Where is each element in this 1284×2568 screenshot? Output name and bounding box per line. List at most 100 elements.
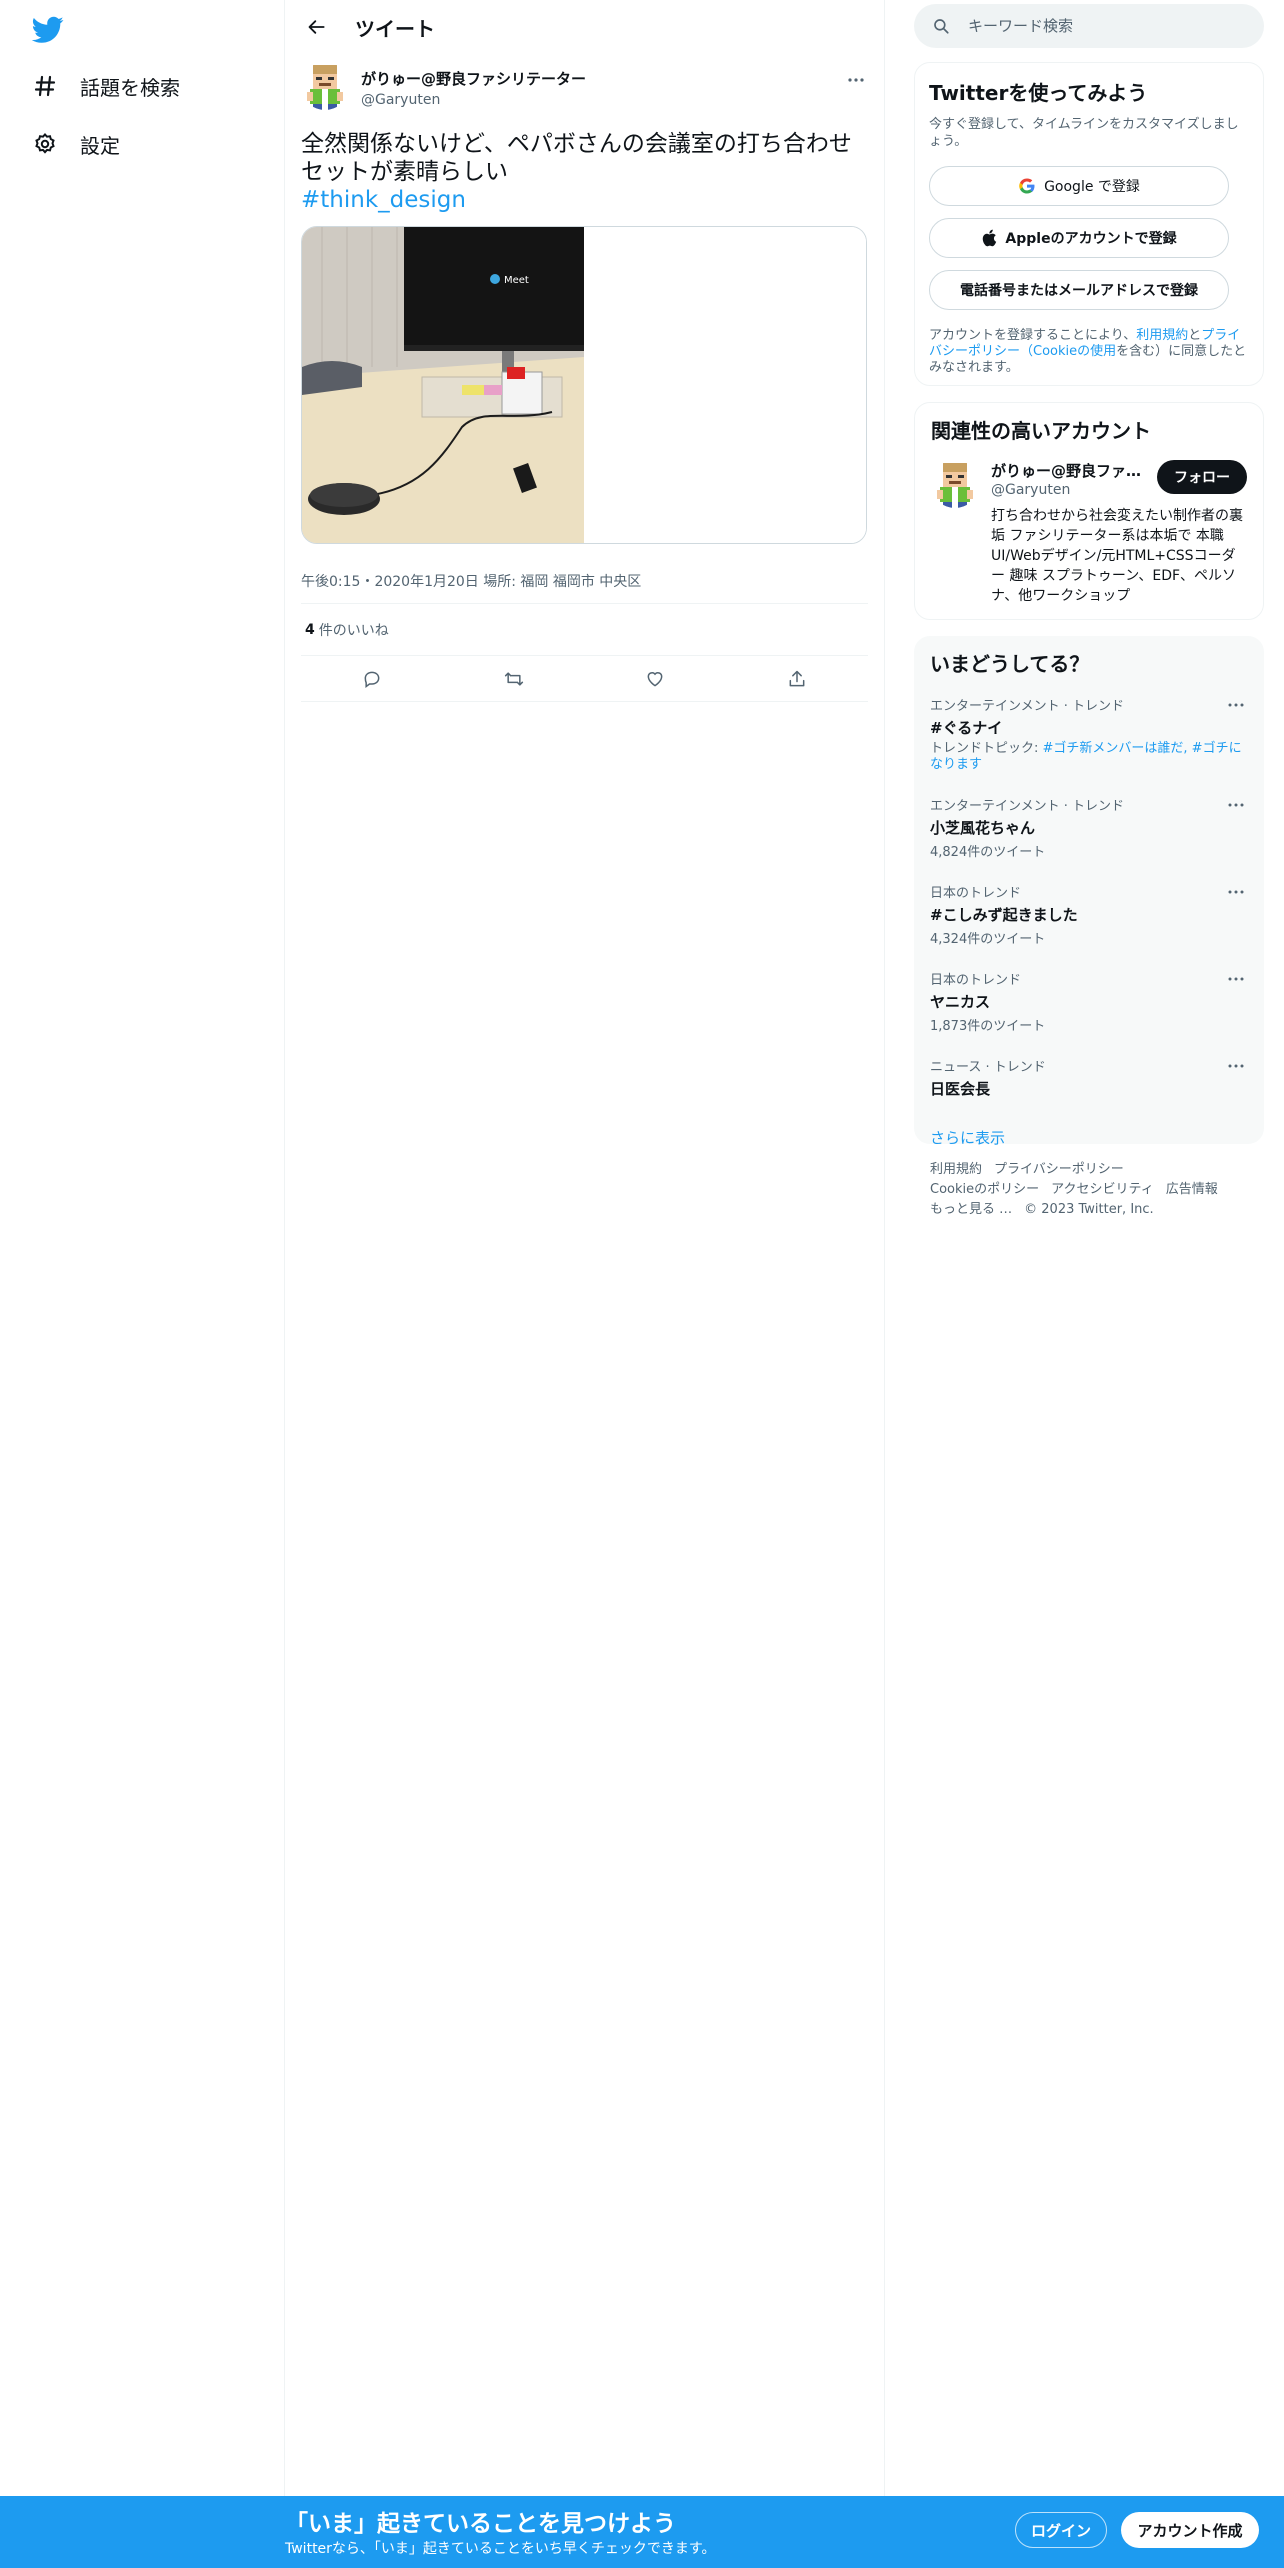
display-name[interactable]: がりゅー@野良ファシリテーター (361, 68, 586, 89)
trend-name: #こしみず起きました (930, 906, 1078, 924)
like-count-row[interactable]: 4 件のいいね (301, 604, 868, 656)
trend-count: 1,873件のツイート (930, 1019, 1046, 1034)
signup-subtitle: 今すぐ登録して、タイムラインをカスタマイズしましょう。 (929, 117, 1239, 149)
tweet-header: がりゅー@野良ファシリテーター @Garyuten (301, 62, 868, 120)
main-header: ツイート (285, 0, 884, 54)
trends-card: いまどうしてる？ エンターテインメント · トレンド #ぐるナイ トレンドトピッ… (914, 636, 1264, 1147)
avatar[interactable] (931, 460, 979, 508)
heart-icon (647, 671, 663, 687)
search-icon (934, 19, 949, 34)
footer-more-link[interactable]: もっと見る … (930, 1200, 1012, 1220)
trend-more-button[interactable] (1224, 1056, 1248, 1076)
signup-title: Twitterを使ってみよう (929, 81, 1148, 105)
trend-name: #ぐるナイ (930, 719, 1003, 737)
tweet-actions (301, 656, 868, 702)
banner-title: 「いま」起きていることを見つけよう (285, 2511, 676, 2537)
footer-ads-link[interactable]: 広告情報 (1166, 1180, 1218, 1200)
hashtag-link[interactable]: #think_design (301, 186, 868, 214)
google-icon (1019, 178, 1035, 194)
trend-category: エンターテインメント · トレンド (930, 799, 1125, 814)
share-icon (789, 670, 805, 686)
search-bar[interactable] (914, 4, 1264, 48)
phone-email-signup-button[interactable]: 電話番号またはメールアドレスで登録 (929, 270, 1229, 310)
apple-signup-label: Appleのアカウントで登録 (1005, 231, 1177, 247)
google-signup-label: Google で登録 (1044, 179, 1140, 195)
trend-category: 日本のトレンド (930, 886, 1022, 901)
trend-more-button[interactable] (1224, 695, 1248, 715)
account-item[interactable]: がりゅー@野良ファシリテーター @Garyuten フォロー 打ち合わせから社会… (931, 460, 1247, 620)
footer-copyright: © 2023 Twitter, Inc. (1024, 1202, 1154, 1217)
trend-item[interactable]: エンターテインメント · トレンド 小芝風花ちゃん 4,824件のツイート (930, 795, 1248, 860)
more-options-button[interactable] (844, 68, 868, 92)
account-handle[interactable]: @Garyuten (991, 482, 1070, 498)
apple-signup-button[interactable]: Appleのアカウントで登録 (929, 218, 1229, 258)
arrow-left-icon (308, 20, 325, 34)
like-count-label: 件のいいね (318, 622, 389, 639)
nav-item-label: 話題を検索 (80, 75, 180, 100)
nav-item-label: 設定 (80, 133, 120, 158)
user-handle[interactable]: @Garyuten (361, 92, 586, 108)
account-bio: 打ち合わせから社会変えたい制作者の裏垢 ファシリテーター系は本垢で 本職 UI/… (991, 508, 1243, 604)
more-icon (1228, 1064, 1244, 1068)
tweet-photo[interactable]: Meet (301, 226, 867, 544)
login-button[interactable]: ログイン (1015, 2512, 1107, 2548)
account-name[interactable]: がりゅー@野良ファシリテーター (991, 460, 1151, 481)
phone-email-signup-label: 電話番号またはメールアドレスで登録 (960, 283, 1198, 299)
bottom-signup-banner: 「いま」起きていることを見つけよう Twitterなら、「いま」起きていることを… (0, 2496, 1284, 2568)
like-button[interactable] (638, 662, 672, 696)
terms-link[interactable]: 利用規約 (1136, 328, 1188, 343)
footer-privacy-link[interactable]: プライバシーポリシー (994, 1160, 1124, 1180)
show-more-link[interactable]: さらに表示 (930, 1127, 1248, 1148)
trend-category: ニュース · トレンド (930, 1060, 1046, 1075)
twitter-bird-icon[interactable] (30, 12, 66, 48)
reply-button[interactable] (355, 662, 389, 696)
trend-name: 小芝風花ちゃん (930, 819, 1036, 837)
trend-item[interactable]: 日本のトレンド ヤニカス 1,873件のツイート (930, 969, 1248, 1034)
tweet-text: 全然関係ないけど、ペパボさんの会議室の打ち合わせセットが素晴らしい (301, 131, 852, 185)
trends-title: いまどうしてる？ (930, 652, 1090, 676)
nav-item-explore[interactable]: 話題を検索 (30, 60, 180, 112)
follow-button[interactable]: フォロー (1157, 460, 1247, 494)
author-info[interactable]: がりゅー@野良ファシリテーター @Garyuten (361, 68, 586, 108)
trend-topic: トレンドトピック: #ゴチ新メンバーは誰だ, #ゴチになります (930, 741, 1248, 773)
footer-cookie-link[interactable]: Cookieのポリシー (930, 1180, 1039, 1200)
back-button[interactable] (299, 9, 335, 45)
more-icon (1228, 703, 1244, 707)
main-column: ツイート がりゅー@野良ファシリテーター @Garyuten 全然関係ないけど、… (285, 0, 885, 2568)
nav-item-settings[interactable]: 設定 (30, 118, 120, 170)
relevant-accounts-title: 関連性の高いアカウント (931, 419, 1151, 443)
trend-more-button[interactable] (1224, 969, 1248, 989)
retweet-icon (504, 671, 523, 686)
trend-category: 日本のトレンド (930, 973, 1022, 988)
trend-count: 4,324件のツイート (930, 932, 1046, 947)
trend-topic-label: トレンドトピック: (930, 741, 1043, 756)
retweet-button[interactable] (497, 662, 531, 696)
create-account-button[interactable]: アカウント作成 (1121, 2512, 1259, 2548)
monitor-text: Meet (504, 275, 529, 286)
footer-accessibility-link[interactable]: アクセシビリティ (1051, 1180, 1154, 1200)
signup-card: Twitterを使ってみよう 今すぐ登録して、タイムラインをカスタマイズしましょ… (914, 62, 1264, 386)
signup-terms: アカウントを登録することにより、利用規約とプライバシーポリシー（Cookieの使… (929, 328, 1249, 376)
banner-subtitle: Twitterなら、「いま」起きていることをいち早くチェックできます。 (285, 2541, 716, 2557)
hashtag-icon (30, 71, 60, 101)
more-icon (848, 78, 864, 82)
page-title: ツイート (355, 16, 435, 41)
trend-item[interactable]: 日本のトレンド #こしみず起きました 4,324件のツイート (930, 882, 1248, 947)
trend-more-button[interactable] (1224, 882, 1248, 902)
trend-name: 日医会長 (930, 1080, 991, 1098)
trend-more-button[interactable] (1224, 795, 1248, 815)
relevant-accounts-card: 関連性の高いアカウント がりゅー@野良ファシリテー (914, 402, 1264, 620)
footer-links: 利用規約 プライバシーポリシー Cookieのポリシー アクセシビリティ 広告情報 も… (930, 1160, 1250, 1220)
google-signup-button[interactable]: Google で登録 (929, 166, 1229, 206)
avatar[interactable] (301, 62, 349, 110)
search-input[interactable] (968, 17, 1228, 35)
trend-item[interactable]: エンターテインメント · トレンド #ぐるナイ トレンドトピック: #ゴチ新メン… (930, 695, 1248, 773)
more-icon (1228, 803, 1244, 807)
trend-item[interactable]: ニュース · トレンド 日医会長 (930, 1056, 1248, 1099)
like-count: 4 (305, 621, 315, 638)
trend-name: ヤニカス (930, 993, 991, 1011)
more-icon (1228, 890, 1244, 894)
footer-terms-link[interactable]: 利用規約 (930, 1160, 982, 1180)
tweet: がりゅー@野良ファシリテーター @Garyuten 全然関係ないけど、ペパボさん… (285, 62, 884, 702)
share-button[interactable] (780, 662, 814, 696)
